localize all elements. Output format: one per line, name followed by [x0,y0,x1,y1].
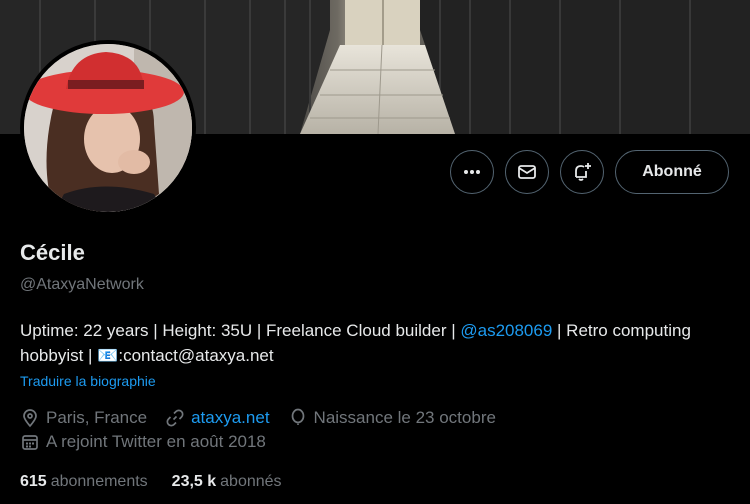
following-label: abonnements [50,473,148,490]
profile-avatar[interactable] [20,40,196,216]
joined-text: A rejoint Twitter en août 2018 [46,432,266,451]
location-text: Paris, France [46,408,148,427]
notify-button[interactable] [560,150,604,194]
location-item: Paris, France [20,408,147,428]
envelope-emoji-icon: 📧 [97,346,119,365]
bio-text-3: :contact@ataxya.net [118,346,274,365]
joined-item: A rejoint Twitter en août 2018 [20,432,266,452]
followers-label: abonnés [220,473,282,490]
bio-mention-link[interactable]: @as208069 [460,321,552,340]
profile-handle: @AtaxyaNetwork [20,276,144,293]
mail-icon [518,165,536,179]
followers-count: 23,5 k [171,473,217,490]
following-count-link[interactable]: 615 abonnements [20,473,148,491]
profile-bio: Uptime: 22 years | Height: 35U | Freelan… [20,318,710,368]
calendar-icon [22,435,38,450]
following-button-label: Abonné [642,163,702,180]
website-link[interactable]: ataxya.net [191,408,269,428]
profile-meta-row-2: A rejoint Twitter en août 2018 [20,432,284,452]
translate-bio-link[interactable]: Traduire la biographie [20,373,156,389]
profile-meta-row-1: Paris, France ataxya.net Naissance le 23… [20,408,514,428]
birthday-item: Naissance le 23 octobre [288,408,496,428]
bell-plus-icon [575,163,591,181]
balloon-icon [291,408,304,425]
link-icon [166,409,184,427]
profile-name: Cécile [20,240,85,265]
more-icon [464,170,480,174]
message-button[interactable] [505,150,549,194]
location-pin-icon [23,409,37,428]
birthday-text: Naissance le 23 octobre [313,408,496,427]
more-button[interactable] [450,150,494,194]
profile-counts: 615 abonnements 23,5 k abonnés [20,473,306,491]
bio-text-1: Uptime: 22 years | Height: 35U | Freelan… [20,321,461,340]
avatar-image [24,44,192,212]
following-button[interactable]: Abonné [615,150,729,194]
followers-count-link[interactable]: 23,5 k abonnés [172,473,282,491]
website-item: ataxya.net [165,408,270,428]
following-count: 615 [20,473,47,490]
